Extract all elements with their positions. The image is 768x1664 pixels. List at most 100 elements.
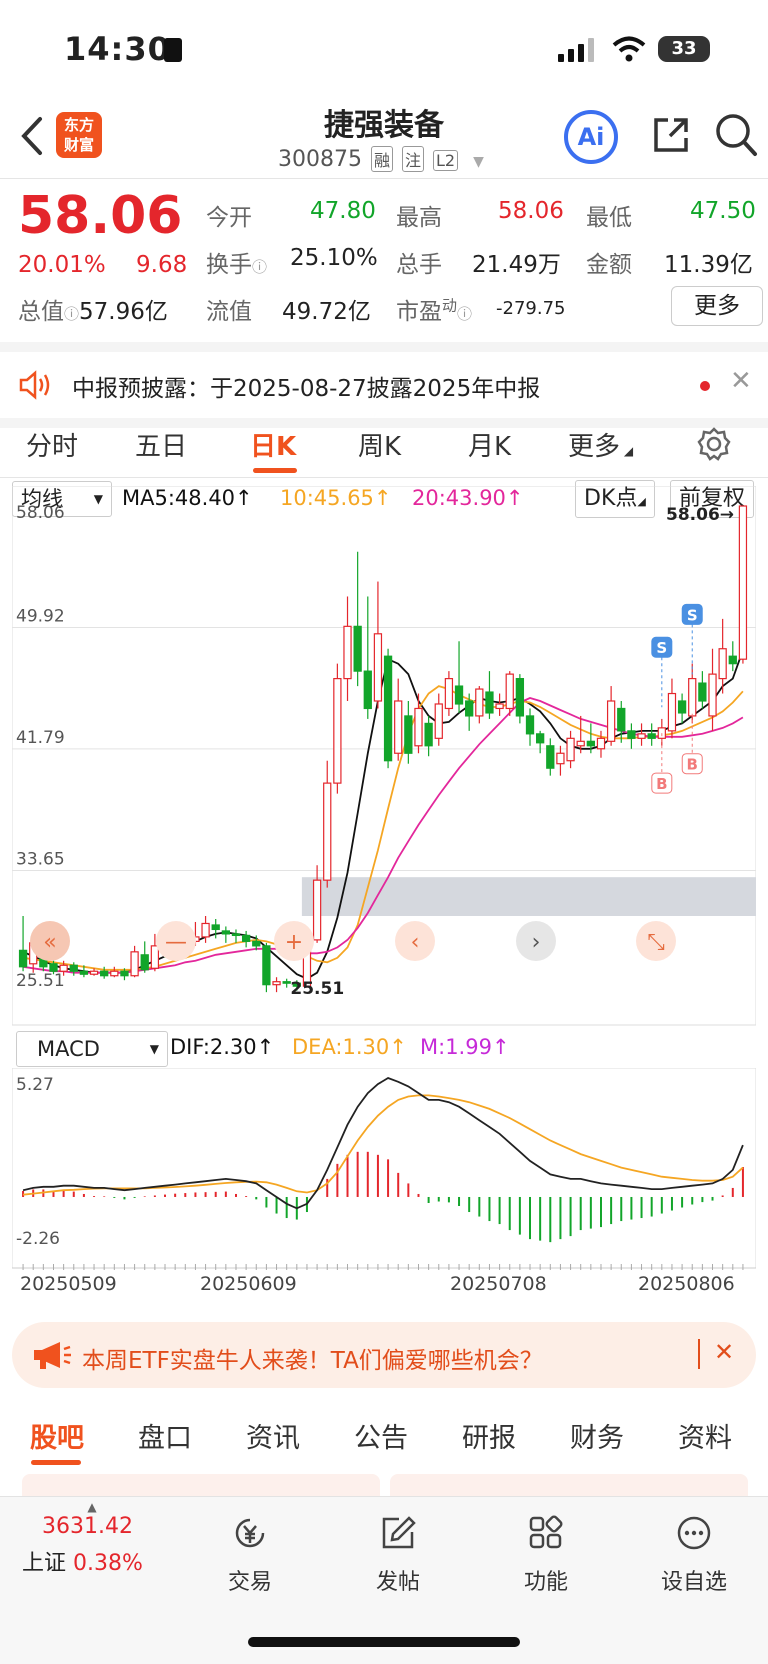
- candle: [728, 641, 737, 672]
- candle: [606, 686, 616, 746]
- chart-control-button[interactable]: «: [30, 921, 70, 961]
- notice-bar[interactable]: 中报预披露：于2025-08-27披露2025年中报 ✕: [0, 342, 768, 428]
- macd-chart[interactable]: 5.27 -2.26 20250509 20250609 20250708 2025080…: [12, 1068, 756, 1308]
- trade-button[interactable]: 交易: [200, 1496, 300, 1596]
- yen-exchange-icon: [235, 1518, 265, 1548]
- dif-line: [22, 1077, 744, 1210]
- candle: [394, 678, 403, 761]
- tab-forum[interactable]: 股吧: [30, 1416, 84, 1455]
- candle-down-body: [241, 934, 251, 942]
- y-tick-label: 33.65: [16, 849, 65, 869]
- tab-order-book[interactable]: 盘口: [138, 1416, 192, 1455]
- share-icon[interactable]: [650, 114, 692, 156]
- tab-profile[interactable]: 资料: [678, 1416, 732, 1455]
- candle-down-body: [698, 682, 707, 702]
- info-icon[interactable]: ⓘ: [64, 305, 79, 323]
- info-icon[interactable]: ⓘ: [252, 258, 267, 276]
- tab-daily-k[interactable]: 日K: [250, 426, 296, 463]
- chart-control-button[interactable]: +: [274, 921, 314, 961]
- y-tick-label: 41.79: [16, 728, 65, 748]
- amount-label: 金额: [586, 252, 632, 278]
- candle: [383, 648, 393, 769]
- megaphone-icon: [34, 1342, 71, 1369]
- ai-button[interactable]: Ai: [564, 110, 618, 164]
- candle-down-body: [231, 933, 241, 937]
- chart-control-button[interactable]: —: [156, 921, 196, 961]
- tab-more[interactable]: 更多 ◢: [568, 426, 633, 463]
- candle: [546, 738, 555, 776]
- candle: [404, 700, 413, 764]
- functions-button[interactable]: 功能: [496, 1496, 596, 1596]
- chart-control-button[interactable]: ›: [516, 921, 556, 961]
- chart-control-button[interactable]: ‹: [395, 921, 435, 961]
- home-indicator: [248, 1637, 520, 1647]
- tab-research[interactable]: 研报: [462, 1416, 516, 1455]
- promo-banner[interactable]: 本周ETF实盘牛人来袭！TA们偏爱哪些机会？ ✕: [12, 1322, 756, 1388]
- tab-monthly-k[interactable]: 月K: [468, 426, 511, 463]
- candle-down-body: [69, 964, 78, 972]
- speaker-icon: [19, 370, 50, 400]
- signal-label: S: [687, 606, 698, 624]
- high-value: 58.06: [498, 198, 564, 224]
- banner-text: 本周ETF实盘牛人来袭！TA们偏爱哪些机会？: [82, 1348, 543, 1374]
- candle: [373, 581, 383, 709]
- info-icon[interactable]: ⓘ: [457, 305, 472, 323]
- close-icon[interactable]: ✕: [730, 366, 752, 396]
- chart-control-glyph: —: [165, 930, 187, 955]
- low-label: 最低: [586, 205, 632, 231]
- dea-line: [23, 1094, 744, 1196]
- card-peek: [22, 1474, 380, 1496]
- close-icon[interactable]: ✕: [714, 1338, 734, 1366]
- candle: [698, 671, 707, 709]
- search-icon[interactable]: [714, 112, 758, 158]
- post-button[interactable]: 发帖: [348, 1496, 448, 1596]
- buy-signal-marker: B: [651, 733, 673, 794]
- candle-down-body: [677, 700, 687, 714]
- tab-weekly-k[interactable]: 周K: [358, 426, 401, 463]
- settings-gear-icon[interactable]: [696, 426, 732, 462]
- candle: [738, 505, 748, 664]
- chart-control-button[interactable]: ⤡: [636, 921, 676, 961]
- x-tick-label: 20250609: [200, 1273, 297, 1295]
- candle-up-body: [667, 692, 677, 732]
- tab-intraday[interactable]: 分时: [26, 426, 78, 463]
- tab-announcements[interactable]: 公告: [354, 1416, 408, 1455]
- candle-up-body: [272, 981, 281, 986]
- more-button[interactable]: 更多: [671, 286, 763, 326]
- add-watchlist-button[interactable]: 设自选: [644, 1496, 744, 1596]
- signal-label: B: [656, 775, 667, 793]
- index-widget[interactable]: ▲ 3631.42 上证 0.38%: [22, 1500, 162, 1577]
- m-label: M:1.99↑: [420, 1035, 510, 1059]
- macd-select[interactable]: MACD ▼: [16, 1031, 168, 1067]
- high-label: 最高: [396, 205, 442, 231]
- candle-down-body: [282, 981, 291, 984]
- y-tick-label: 49.92: [16, 607, 65, 627]
- status-bar: 14:30 33: [0, 0, 768, 95]
- edit-icon: [382, 1516, 416, 1549]
- candle-down-body: [100, 970, 109, 977]
- kline-chart[interactable]: 58.06 49.92 41.79 33.65 25.51 58.06→ 25.51 S S B B…: [12, 486, 756, 1026]
- candle-up-body: [201, 922, 210, 938]
- tab-news[interactable]: 资讯: [246, 1416, 300, 1455]
- candle-up-body: [708, 673, 717, 717]
- candle: [241, 930, 251, 948]
- tab-finance[interactable]: 财务: [570, 1416, 624, 1455]
- turnover-label: 换手ⓘ: [206, 252, 268, 278]
- candle-up-body: [130, 951, 139, 977]
- candle: [110, 966, 119, 978]
- candle: [677, 693, 687, 724]
- tab-five-day[interactable]: 五日: [135, 426, 187, 463]
- dropdown-icon: ▼: [149, 1042, 159, 1056]
- candle-up-body: [394, 700, 403, 754]
- candle-up-body: [312, 879, 322, 941]
- macd-frame: [12, 1068, 756, 1269]
- candle-down-body: [262, 945, 271, 986]
- stock-code-row[interactable]: 300875 融 注 L2 ▼: [278, 146, 484, 172]
- candle-up-body: [606, 700, 616, 742]
- candle: [18, 916, 28, 972]
- y-tick-label: -2.26: [16, 1229, 60, 1249]
- low-value: 47.50: [690, 198, 756, 224]
- candle-down-body: [424, 722, 433, 747]
- y-tick-label: 58.06: [16, 503, 65, 523]
- low-marker: 25.51: [290, 979, 344, 999]
